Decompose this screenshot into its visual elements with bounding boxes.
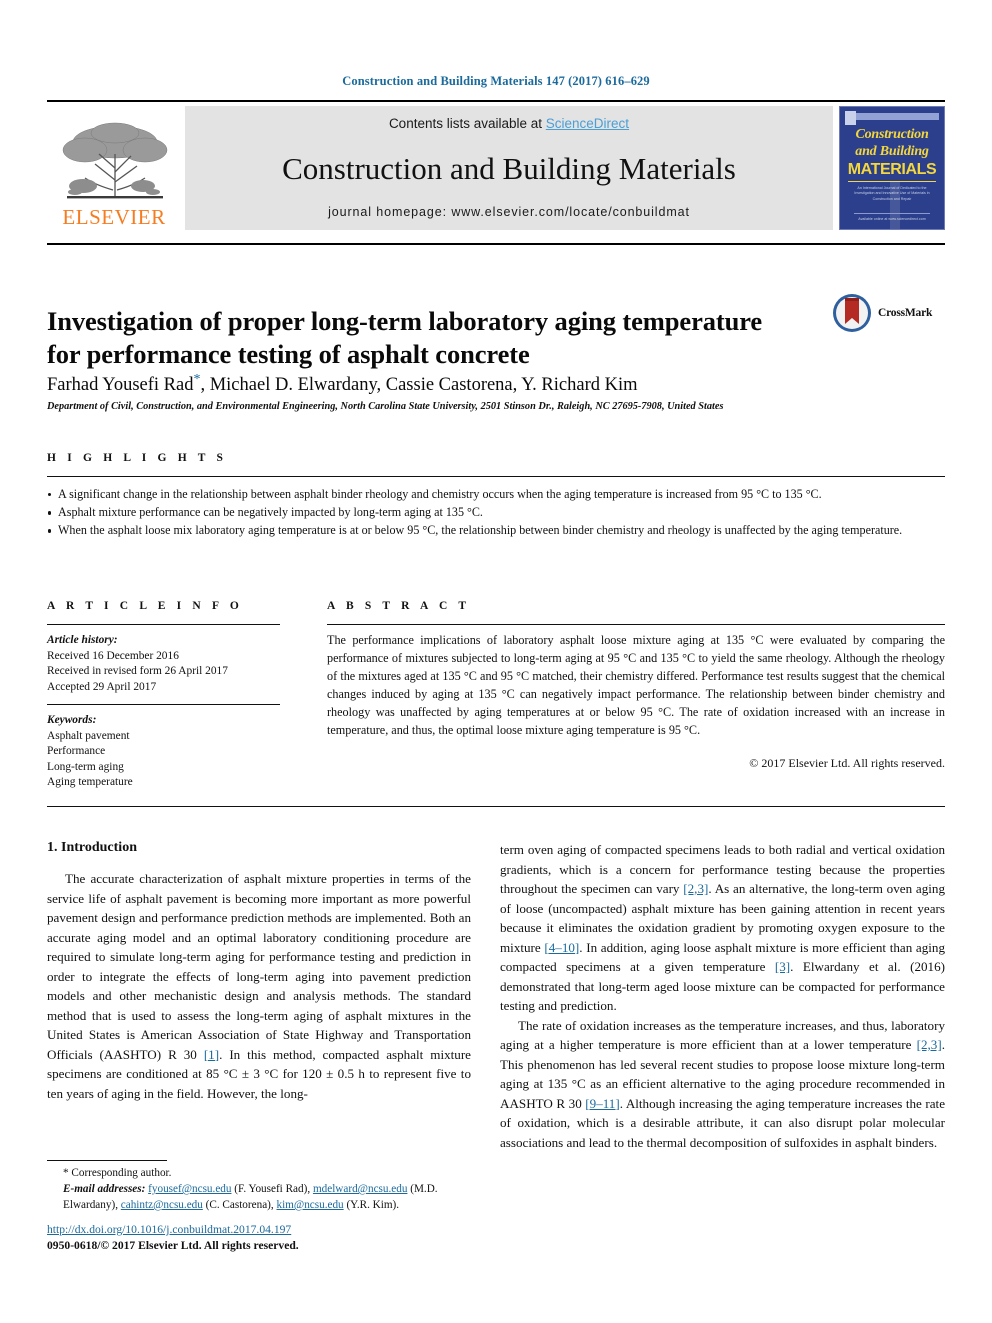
email-addresses: E-mail addresses: fyousef@ncsu.edu (F. Y… bbox=[63, 1182, 438, 1211]
elsevier-wordmark: ELSEVIER bbox=[62, 205, 166, 229]
crossmark-icon bbox=[833, 294, 871, 332]
history-item: Received in revised form 26 April 2017 bbox=[47, 665, 228, 677]
article-info-heading: A R T I C L E I N F O bbox=[47, 600, 243, 612]
elsevier-logo: ELSEVIER bbox=[47, 106, 181, 230]
contents-prefix: Contents lists available at bbox=[388, 116, 546, 131]
list-item: When the asphalt loose mix laboratory ag… bbox=[47, 522, 945, 539]
author-list: Farhad Yousefi Rad*, Michael D. Elwardan… bbox=[47, 372, 638, 396]
email-link[interactable]: fyousef@ncsu.edu bbox=[148, 1183, 231, 1195]
corresponding-author-marker[interactable]: * bbox=[193, 372, 200, 387]
keyword-item: Performance bbox=[47, 745, 106, 757]
doi-link[interactable]: http://dx.doi.org/10.1016/j.conbuildmat.… bbox=[47, 1222, 477, 1238]
journal-homepage[interactable]: journal homepage: www.elsevier.com/locat… bbox=[328, 205, 690, 219]
article-info-divider bbox=[47, 624, 280, 625]
paragraph: The accurate characterization of asphalt… bbox=[47, 869, 471, 1103]
keyword-item: Aging temperature bbox=[47, 776, 133, 788]
elsevier-tree-icon bbox=[62, 122, 168, 199]
email-link[interactable]: cahintz@ncsu.edu bbox=[121, 1199, 203, 1211]
email-link[interactable]: kim@ncsu.edu bbox=[276, 1199, 343, 1211]
cover-line-2: and Building bbox=[855, 144, 929, 159]
running-head: Construction and Building Materials 147 … bbox=[342, 74, 650, 88]
cover-footer: Available online at www.sciencedirect.co… bbox=[854, 213, 930, 221]
crossmark-label: CrossMark bbox=[878, 307, 933, 319]
highlights-list: A significant change in the relationship… bbox=[47, 486, 945, 541]
keywords-label: Keywords: bbox=[47, 714, 97, 726]
article-history-label: Article history: bbox=[47, 634, 118, 646]
issn-line: 0950-0618/© 2017 Elsevier Ltd. All right… bbox=[47, 1239, 299, 1253]
body-divider bbox=[47, 806, 945, 807]
cover-line-1: Construction bbox=[855, 127, 929, 142]
cover-line-3: MATERIALS bbox=[847, 161, 937, 178]
highlights-heading: H I G H L I G H T S bbox=[47, 452, 228, 464]
email-person: (C. Castorena) bbox=[205, 1198, 271, 1211]
authors-text: Farhad Yousefi Rad bbox=[47, 375, 194, 396]
sciencedirect-link[interactable]: ScienceDirect bbox=[546, 116, 629, 131]
cover-stamp-icon bbox=[845, 111, 856, 125]
paragraph-part: The accurate characterization of asphalt… bbox=[47, 871, 471, 1062]
citation-link[interactable]: [2,3] bbox=[683, 881, 708, 896]
abstract-divider bbox=[327, 624, 945, 625]
history-item: Accepted 29 April 2017 bbox=[47, 680, 157, 693]
citation-link[interactable]: [4–10] bbox=[544, 940, 579, 955]
keyword-item: Asphalt pavement bbox=[47, 729, 130, 742]
corresponding-author-note: * Corresponding author. bbox=[63, 1167, 172, 1179]
article-page: Construction and Building Materials 147 … bbox=[0, 0, 992, 1323]
citation-link[interactable]: [3] bbox=[775, 959, 790, 974]
email-link[interactable]: mdelward@ncsu.edu bbox=[313, 1183, 408, 1195]
list-item: Asphalt mixture performance can be negat… bbox=[47, 504, 945, 521]
keywords-divider bbox=[47, 704, 280, 705]
body-column-left: 1. Introduction The accurate characteriz… bbox=[47, 840, 471, 1103]
citation-link[interactable]: [2,3] bbox=[917, 1037, 942, 1052]
email-person: (F. Yousefi Rad) bbox=[234, 1182, 308, 1195]
paragraph: The rate of oxidation increases as the t… bbox=[500, 1016, 945, 1153]
doi-block: http://dx.doi.org/10.1016/j.conbuildmat.… bbox=[47, 1222, 477, 1255]
footnote-block: * Corresponding author. E-mail addresses… bbox=[47, 1166, 477, 1214]
journal-cover-thumbnail: Construction and Building MATERIALS An I… bbox=[839, 106, 945, 230]
highlights-divider bbox=[47, 476, 945, 477]
footnote-divider bbox=[47, 1160, 167, 1161]
journal-title: Construction and Building Materials bbox=[282, 150, 736, 186]
cover-highlight bbox=[890, 181, 900, 229]
article-history: Article history: Received 16 December 20… bbox=[47, 633, 280, 695]
email-person: (Y.R. Kim) bbox=[346, 1198, 397, 1211]
journal-band: Contents lists available at ScienceDirec… bbox=[185, 106, 833, 230]
paragraph: term oven aging of compacted specimens l… bbox=[500, 840, 945, 1016]
keywords-block: Keywords: Asphalt pavement Performance L… bbox=[47, 713, 280, 791]
cover-topbar bbox=[846, 113, 939, 120]
copyright-line: © 2017 Elsevier Ltd. All rights reserved… bbox=[749, 756, 945, 770]
history-item: Received 16 December 2016 bbox=[47, 649, 179, 662]
abstract-text: The performance implications of laborato… bbox=[327, 633, 945, 737]
abstract-heading: A B S T R A C T bbox=[327, 600, 471, 612]
citation-link[interactable]: [1] bbox=[204, 1047, 219, 1062]
keyword-item: Long-term aging bbox=[47, 760, 124, 773]
contents-line: Contents lists available at ScienceDirec… bbox=[389, 116, 629, 131]
paragraph-part: The rate of oxidation increases as the t… bbox=[500, 1017, 945, 1053]
page-title: Investigation of proper long-term labora… bbox=[47, 305, 763, 370]
list-item: A significant change in the relationship… bbox=[47, 486, 945, 503]
crossmark-badge[interactable]: CrossMark bbox=[832, 290, 950, 336]
body-column-right: term oven aging of compacted specimens l… bbox=[500, 840, 945, 1152]
journal-masthead: ELSEVIER Contents lists available at Sci… bbox=[47, 100, 945, 230]
email-label: E-mail addresses: bbox=[63, 1182, 146, 1195]
citation-link[interactable]: [9–11] bbox=[585, 1096, 619, 1111]
section-title-introduction: 1. Introduction bbox=[47, 840, 137, 855]
title-divider bbox=[47, 243, 945, 245]
affiliation: Department of Civil, Construction, and E… bbox=[47, 401, 724, 412]
